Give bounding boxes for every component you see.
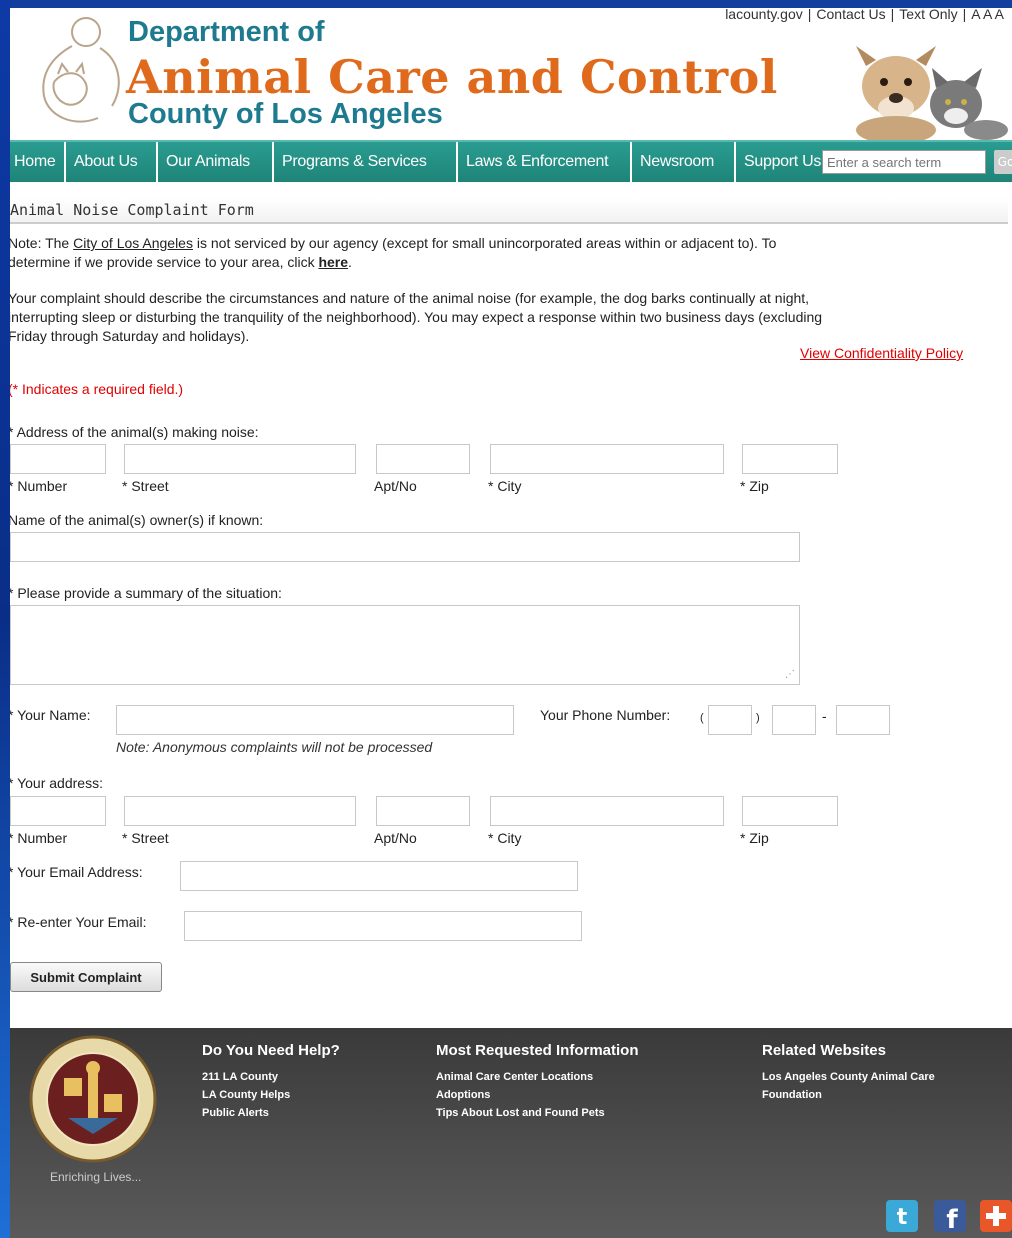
animal-address-number-field[interactable]: [10, 444, 106, 474]
animal-zip-label: * Zip: [740, 478, 769, 494]
footer-link-foundation-cont[interactable]: Foundation: [762, 1086, 822, 1104]
your-apt-label: Apt/No: [374, 830, 417, 846]
county-seal-icon: [29, 1035, 157, 1163]
reenter-email-field[interactable]: [184, 911, 582, 941]
dept-title-line2: Animal Care and Control: [126, 50, 778, 104]
phone-dash: -: [822, 708, 827, 724]
summary-label: * Please provide a summary of the situat…: [10, 585, 282, 601]
animal-address-apt-field[interactable]: [376, 444, 470, 474]
footer-link-care-centers[interactable]: Animal Care Center Locations: [436, 1068, 593, 1086]
email-field[interactable]: [180, 861, 578, 891]
footer-related-heading: Related Websites: [762, 1042, 886, 1059]
share-plus-icon[interactable]: [980, 1200, 1012, 1232]
main-navigation: Home About Us Our Animals Programs & Ser…: [10, 140, 1012, 182]
nav-support-us[interactable]: Support Us: [736, 142, 826, 182]
service-note-line2: determine if we provide service to your …: [10, 254, 352, 270]
service-note: Note: The City of Los Angeles is not ser…: [10, 235, 777, 251]
your-address-apt-field[interactable]: [376, 796, 470, 826]
summary-textarea[interactable]: ⋰: [10, 605, 800, 685]
nav-programs-services[interactable]: Programs & Services: [274, 142, 458, 182]
util-link-contact[interactable]: Contact Us: [816, 8, 885, 22]
your-street-label: * Street: [122, 830, 169, 846]
phone-paren-open: (: [700, 712, 704, 724]
animal-address-city-field[interactable]: [490, 444, 724, 474]
svg-text:f: f: [946, 1205, 958, 1232]
description-line1: Your complaint should describe the circu…: [10, 290, 810, 306]
department-logo-icon: [42, 17, 120, 123]
phone-prefix-field[interactable]: [772, 705, 816, 735]
animal-address-zip-field[interactable]: [742, 444, 838, 474]
footer-link-la-county-helps[interactable]: LA County Helps: [202, 1086, 290, 1104]
confidentiality-policy-link[interactable]: View Confidentiality Policy: [800, 344, 963, 363]
twitter-icon[interactable]: t: [886, 1200, 918, 1232]
your-address-zip-field[interactable]: [742, 796, 838, 826]
phone-paren-close: ): [756, 712, 760, 724]
anonymous-note: Note: Anonymous complaints will not be p…: [116, 739, 433, 755]
resize-grip-icon[interactable]: ⋰: [785, 669, 795, 680]
animal-address-label: * Address of the animal(s) making noise:: [10, 424, 259, 440]
seal-caption: Enriching Lives...: [50, 1170, 142, 1184]
footer-link-public-alerts[interactable]: Public Alerts: [202, 1104, 269, 1122]
your-address-number-field[interactable]: [10, 796, 106, 826]
required-field-note: (* Indicates a required field.): [10, 381, 184, 397]
your-name-field[interactable]: [116, 705, 514, 735]
phone-line-field[interactable]: [836, 705, 890, 735]
screen-frame-top: [0, 0, 1012, 8]
footer-help-heading: Do You Need Help?: [202, 1042, 340, 1059]
animal-address-street-field[interactable]: [124, 444, 356, 474]
animal-street-label: * Street: [122, 478, 169, 494]
animal-number-label: * Number: [10, 478, 68, 494]
footer-info-heading: Most Requested Information: [436, 1042, 639, 1059]
form-title: Animal Noise Complaint Form: [10, 198, 1008, 224]
nav-home[interactable]: Home: [10, 142, 66, 182]
dept-title-line1: Department of: [128, 16, 325, 48]
your-zip-label: * Zip: [740, 830, 769, 846]
owner-name-field[interactable]: [10, 532, 800, 562]
nav-our-animals[interactable]: Our Animals: [158, 142, 274, 182]
footer-link-lost-found[interactable]: Tips About Lost and Found Pets: [436, 1104, 605, 1122]
footer-link-adoptions[interactable]: Adoptions: [436, 1086, 490, 1104]
search-go-button[interactable]: Go: [994, 150, 1012, 174]
footer-link-211[interactable]: 211 LA County: [202, 1068, 278, 1086]
util-link-text-only[interactable]: Text Only: [899, 8, 957, 22]
your-address-label: * Your address:: [10, 775, 103, 791]
phone-area-code-field[interactable]: [708, 705, 752, 735]
nav-about-us[interactable]: About Us: [66, 142, 158, 182]
utility-links: lacounty.gov | Contact Us | Text Only | A A A: [725, 8, 1004, 22]
facebook-icon[interactable]: f: [934, 1200, 966, 1232]
your-address-street-field[interactable]: [124, 796, 356, 826]
dog-and-cat-photo: [856, 46, 1008, 144]
phone-number-label: Your Phone Number:: [540, 707, 671, 723]
submit-complaint-button[interactable]: Submit Complaint: [10, 962, 162, 992]
dept-title-line3: County of Los Angeles: [128, 98, 443, 130]
email-label: * Your Email Address:: [10, 864, 143, 880]
search-input[interactable]: [822, 150, 986, 174]
util-text-size[interactable]: A A A: [971, 8, 1004, 22]
description-line2: interrupting sleep or disturbing the tra…: [10, 309, 823, 325]
your-city-label: * City: [488, 830, 522, 846]
nav-laws-enforcement[interactable]: Laws & Enforcement: [458, 142, 632, 182]
screen-frame-left: [0, 0, 10, 1238]
animal-city-label: * City: [488, 478, 522, 494]
animal-apt-label: Apt/No: [374, 478, 417, 494]
reenter-email-label: * Re-enter Your Email:: [10, 914, 147, 930]
util-link-lacounty[interactable]: lacounty.gov: [725, 8, 803, 22]
nav-newsroom[interactable]: Newsroom: [632, 142, 736, 182]
city-of-la-link[interactable]: City of Los Angeles: [73, 235, 193, 251]
footer: Enriching Lives... Do You Need Help? 211…: [10, 1028, 1012, 1238]
your-address-city-field[interactable]: [490, 796, 724, 826]
your-number-label: * Number: [10, 830, 68, 846]
service-area-here-link[interactable]: here: [318, 254, 348, 270]
your-name-label: * Your Name:: [10, 707, 91, 723]
page: Department of Animal Care and Control Co…: [10, 8, 1012, 1238]
footer-link-foundation[interactable]: Los Angeles County Animal Care: [762, 1068, 935, 1086]
svg-text:t: t: [897, 1205, 908, 1230]
owner-name-label: Name of the animal(s) owner(s) if known:: [10, 512, 264, 528]
